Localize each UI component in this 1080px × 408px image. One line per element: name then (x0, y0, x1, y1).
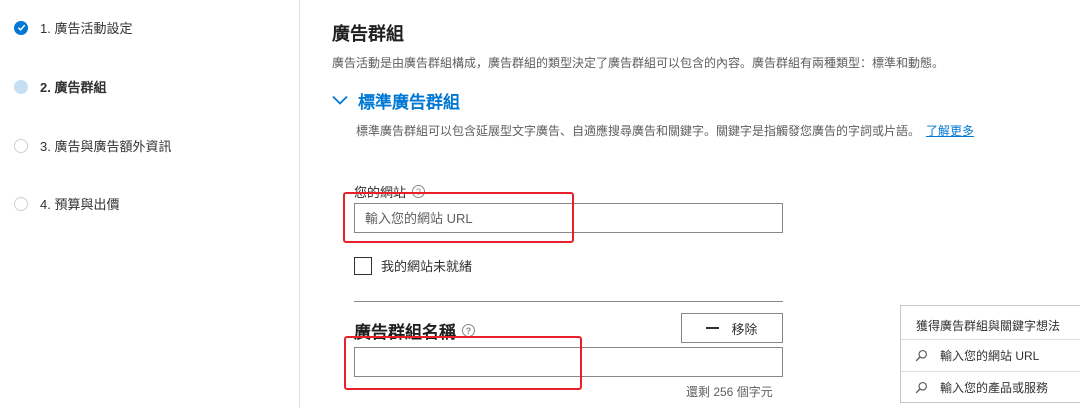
ideas-website-url-option[interactable]: 輸入您的網站 URL (901, 339, 1080, 371)
ideas-option-label: 輸入您的網站 URL (940, 349, 1040, 363)
minus-icon (706, 327, 720, 329)
website-not-ready-checkbox[interactable] (354, 256, 372, 275)
keyword-ideas-panel: 獲得廣告群組與關鍵字想法 輸入您的網站 URL 輸入您的產品或服務 (900, 305, 1080, 403)
website-label: 您的網站 ? (354, 182, 426, 201)
page-title: 廣告群組 (332, 24, 404, 44)
remaining-characters: 還剩 256 個字元 (686, 385, 773, 399)
help-icon[interactable]: ? (462, 324, 475, 337)
section-description-text: 標準廣告群組可以包含延展型文字廣告、自適應搜尋廣告和關鍵字。關鍵字是指觸發您廣告… (356, 124, 921, 138)
step-label: 2. 廣告群組 (40, 80, 107, 95)
search-icon (915, 349, 928, 362)
search-icon (915, 381, 928, 394)
steps-sidebar: 1. 廣告活動設定 2. 廣告群組 3. 廣告與廣告額外資訊 4. 預算與出價 (0, 0, 300, 408)
check-icon (14, 20, 28, 35)
section-description: 標準廣告群組可以包含延展型文字廣告、自適應搜尋廣告和關鍵字。關鍵字是指觸發您廣告… (356, 122, 974, 139)
ad-group-name-label-text: 廣告群組名稱 (354, 323, 456, 342)
ad-group-name-label: 廣告群組名稱 ? (354, 318, 475, 343)
remove-button[interactable]: 移除 (681, 313, 783, 343)
step-campaign-settings[interactable]: 1. 廣告活動設定 (14, 18, 132, 37)
ideas-option-label: 輸入您的產品或服務 (940, 381, 1049, 395)
page-description: 廣告活動是由廣告群組構成，廣告群組的類型決定了廣告群組可以包含的內容。廣告群組有… (332, 56, 945, 70)
step-label: 1. 廣告活動設定 (40, 21, 133, 36)
website-label-text: 您的網站 (354, 185, 407, 200)
learn-more-link[interactable]: 了解更多 (926, 124, 974, 138)
step-label: 4. 預算與出價 (40, 197, 120, 212)
section-title: 標準廣告群組 (358, 93, 460, 112)
step-budget-bid[interactable]: 4. 預算與出價 (14, 194, 119, 213)
standard-ad-group-header[interactable]: 標準廣告群組 (332, 88, 460, 113)
remove-button-label: 移除 (731, 321, 758, 337)
divider (354, 301, 783, 302)
pending-step-dot-icon (14, 138, 28, 153)
step-ad-group[interactable]: 2. 廣告群組 (14, 77, 106, 96)
website-not-ready-label: 我的網站未就緒 (381, 259, 473, 274)
ad-group-name-input[interactable] (354, 347, 783, 377)
current-step-dot-icon (14, 79, 28, 94)
pending-step-dot-icon (14, 196, 28, 211)
step-ads-extensions[interactable]: 3. 廣告與廣告額外資訊 (14, 136, 171, 155)
chevron-down-icon[interactable] (332, 92, 348, 110)
step-label: 3. 廣告與廣告額外資訊 (40, 139, 172, 154)
website-not-ready-checkbox-row[interactable]: 我的網站未就緒 (354, 256, 472, 275)
website-url-input[interactable] (354, 203, 783, 233)
ideas-product-service-option[interactable]: 輸入您的產品或服務 (901, 371, 1080, 403)
ideas-panel-title: 獲得廣告群組與關鍵字想法 (916, 319, 1061, 333)
help-icon[interactable]: ? (412, 185, 426, 198)
